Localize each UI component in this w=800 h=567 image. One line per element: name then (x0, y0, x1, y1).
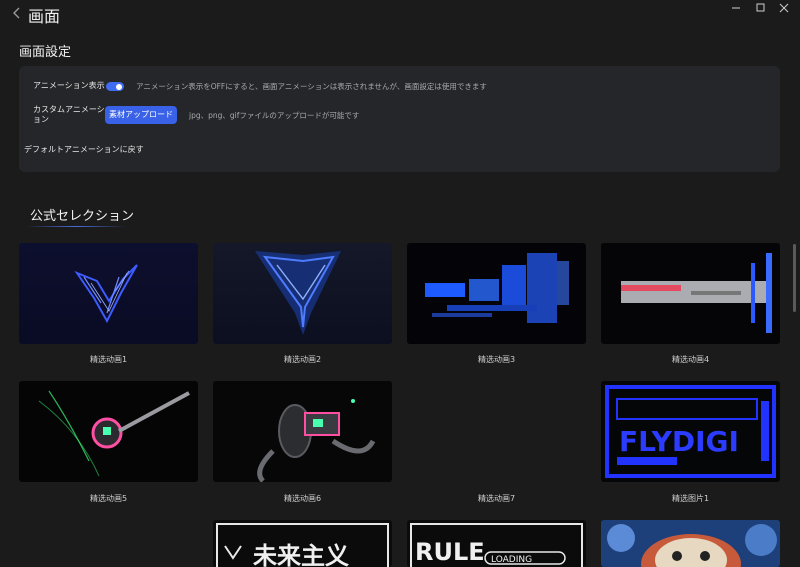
lightning-v-logo-icon (74, 264, 138, 324)
toggle-knob (116, 83, 122, 90)
animation-display-hint: アニメーション表示をOFFにすると、画面アニメーションは表示されませんが、画面設… (136, 82, 487, 91)
section-title: 画面設定 (19, 45, 72, 60)
close-icon[interactable] (775, 2, 793, 14)
gallery-item-7[interactable] (407, 381, 586, 482)
scrollbar-thumb[interactable] (793, 244, 796, 312)
custom-animation-label-line1: カスタムアニメーシ (33, 105, 105, 114)
animation-display-label: アニメーション表示 (33, 81, 105, 90)
reset-default-animation-link[interactable]: デフォルトアニメーションに戻す (24, 144, 144, 155)
glitch-bar-icon (621, 253, 772, 333)
gallery-item-4[interactable] (601, 243, 780, 344)
gallery-item-6[interactable] (213, 381, 392, 482)
gallery-caption-7: 精选动画7 (477, 494, 516, 503)
logo-futurism-text: 未来主义 (253, 542, 349, 567)
page-title: 画面 (28, 7, 61, 26)
robot-tentacles-icon (257, 399, 376, 482)
gallery-item-11[interactable] (601, 520, 780, 567)
custom-animation-label-line2: ョン (33, 115, 49, 124)
animation-display-toggle[interactable] (106, 82, 124, 91)
chevron-left-icon[interactable] (10, 5, 24, 21)
octopus-artwork-icon (607, 524, 777, 567)
maximize-icon[interactable] (751, 2, 769, 14)
gallery-caption-5: 精选动画5 (89, 494, 128, 503)
gallery-caption-6: 精选动画6 (283, 494, 322, 503)
neon-tentacle-icon (38, 390, 190, 477)
gallery-title-underline (26, 226, 126, 227)
gallery-item-5[interactable] (19, 381, 198, 482)
gallery-item-1[interactable] (19, 243, 198, 344)
gallery-item-8[interactable]: FLYDIGI (601, 381, 780, 482)
upload-hint: jpg、png、gifファイルのアップロードが可能です (189, 111, 360, 120)
logo-flydigi-text: FLYDIGI (619, 425, 739, 458)
loading-text: LOADING (491, 555, 532, 565)
minimize-icon[interactable] (727, 2, 745, 14)
pixel-glitch-icon (425, 253, 569, 323)
title-bar: 画面 (0, 0, 800, 30)
gallery-item-3[interactable] (407, 243, 586, 344)
gallery-caption-2: 精选动画2 (283, 355, 322, 364)
upload-material-button[interactable]: 素材アップロード (105, 106, 177, 124)
blue-v-shield-icon (255, 251, 341, 335)
gallery-item-10[interactable]: RULE LOADING (407, 520, 586, 567)
gallery-caption-3: 精选动画3 (477, 355, 516, 364)
gallery-title: 公式セレクション (30, 209, 135, 224)
custom-animation-label: カスタムアニメーシ ョン (33, 105, 105, 125)
gallery-caption-1: 精选动画1 (89, 355, 128, 364)
gallery-caption-4: 精选动画4 (671, 355, 710, 364)
gallery-item-9[interactable]: 未来主义 (213, 520, 392, 567)
futurism-logo-frame: 未来主义 (216, 523, 389, 567)
settings-panel: アニメーション表示 アニメーション表示をOFFにすると、画面アニメーションは表示… (19, 66, 780, 172)
rule-loading-frame: RULE LOADING (410, 523, 583, 567)
logo-rule-text: RULE (415, 538, 485, 566)
gallery-caption-8: 精选图片1 (671, 494, 710, 503)
gallery-item-2[interactable] (213, 243, 392, 344)
flydigi-logo-frame: FLYDIGI (605, 385, 776, 478)
